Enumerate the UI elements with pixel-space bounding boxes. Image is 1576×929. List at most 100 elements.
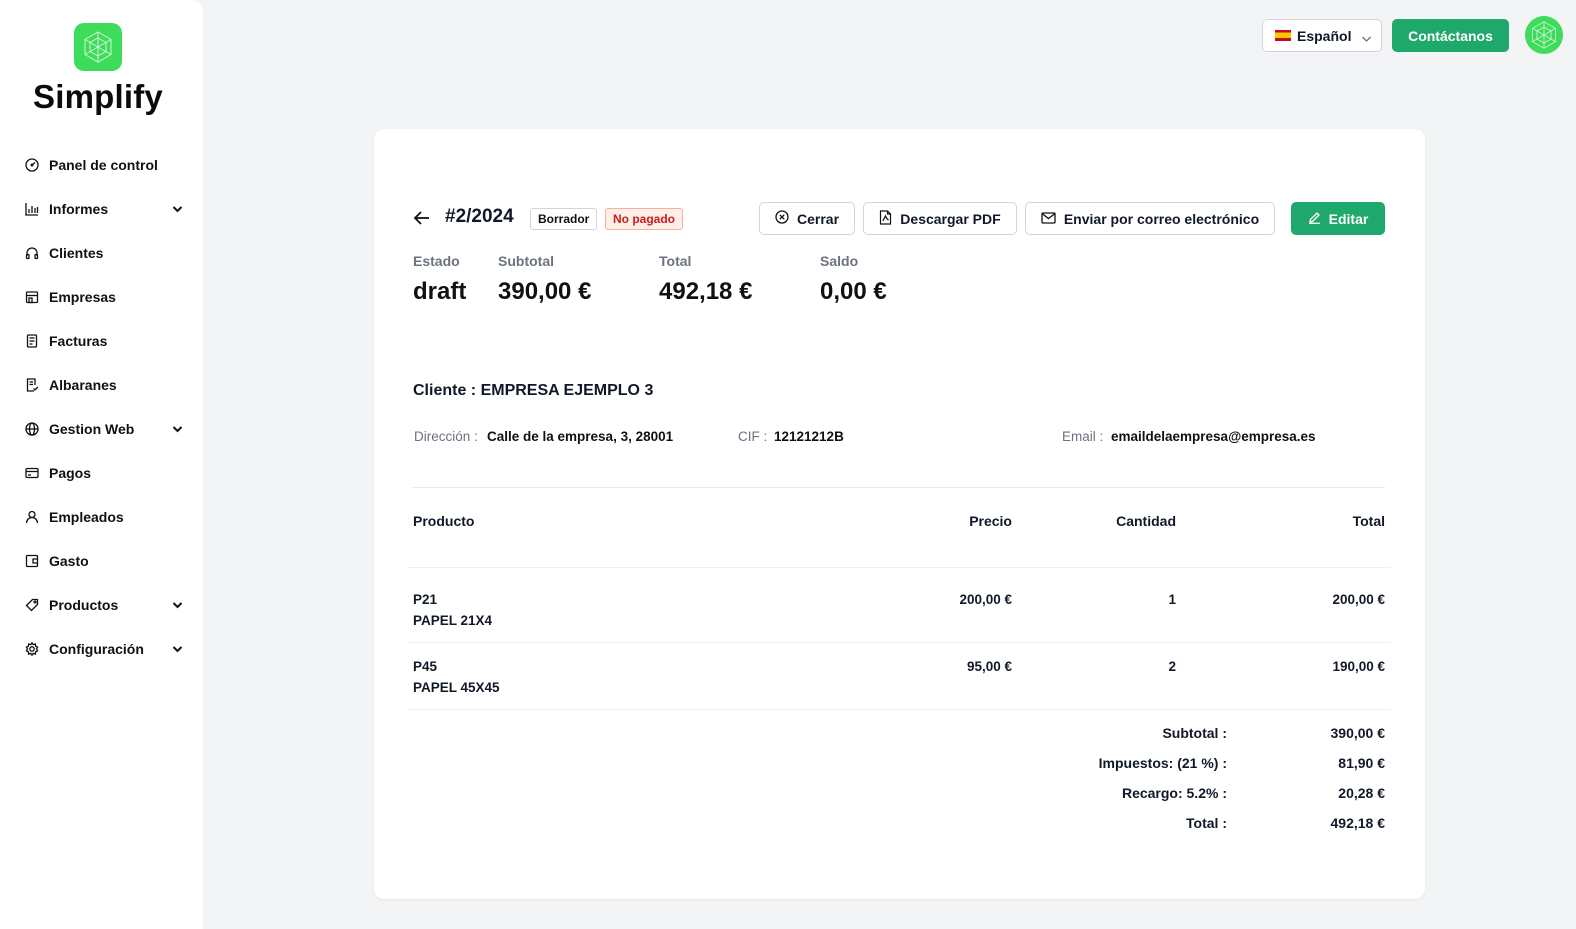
sidebar-item-label: Panel de control bbox=[49, 157, 158, 173]
column-header-quantity: Cantidad bbox=[1116, 513, 1176, 529]
sidebar-item-label: Gestion Web bbox=[49, 421, 135, 437]
store-icon bbox=[24, 289, 40, 305]
sidebar-item-productos[interactable]: Productos bbox=[24, 583, 184, 627]
address-value: Calle de la empresa, 3, 28001 bbox=[487, 429, 674, 444]
address-label: Dirección : bbox=[414, 429, 478, 444]
download-pdf-button[interactable]: Descargar PDF bbox=[863, 202, 1017, 235]
summary-value-subtotal: 390,00 € bbox=[1330, 725, 1386, 741]
summary-value-taxes: 81,90 € bbox=[1338, 755, 1385, 771]
sidebar-item-panel-de-control[interactable]: Panel de control bbox=[24, 143, 184, 187]
stat-label-total: Total bbox=[659, 253, 692, 269]
avatar[interactable] bbox=[1525, 16, 1563, 54]
status-badge-draft: Borrador bbox=[530, 208, 598, 230]
product-name: PAPEL 21X4 bbox=[413, 613, 493, 628]
chevron-down-icon[interactable] bbox=[170, 598, 184, 612]
sidebar-item-label: Productos bbox=[49, 597, 119, 613]
sidebar-item-gestion-web[interactable]: Gestion Web bbox=[24, 407, 184, 451]
wallet-icon bbox=[24, 553, 40, 569]
language-label: Español bbox=[1297, 27, 1352, 44]
sidebar-item-label: Albaranes bbox=[49, 377, 117, 393]
column-header-product: Producto bbox=[413, 513, 475, 529]
chevron-down-icon[interactable] bbox=[170, 202, 184, 216]
stat-label-subtotal: Subtotal bbox=[498, 253, 554, 269]
sidebar-item-label: Empresas bbox=[49, 289, 116, 305]
status-badge-unpaid: No pagado bbox=[605, 208, 683, 230]
summary-label-surcharge: Recargo: 5.2% : bbox=[1121, 785, 1227, 801]
edit-label: Editar bbox=[1328, 210, 1369, 227]
sidebar-item-gasto[interactable]: Gasto bbox=[24, 539, 184, 583]
product-total: 200,00 € bbox=[1332, 592, 1385, 607]
stat-value-estado: draft bbox=[413, 278, 467, 305]
edit-button[interactable]: Editar bbox=[1291, 202, 1385, 235]
sidebar-item-label: Clientes bbox=[49, 245, 104, 261]
pdf-file-icon bbox=[879, 209, 892, 228]
product-total: 190,00 € bbox=[1332, 659, 1385, 674]
brand-name: Simplify bbox=[33, 78, 163, 115]
globe-icon bbox=[24, 421, 40, 437]
download-pdf-label: Descargar PDF bbox=[900, 210, 1001, 227]
chevron-down-icon[interactable] bbox=[170, 642, 184, 656]
headphones-icon bbox=[24, 245, 40, 261]
credit-card-icon bbox=[24, 465, 40, 481]
chevron-down-icon bbox=[1361, 30, 1372, 46]
product-price: 200,00 € bbox=[959, 592, 1012, 607]
column-header-total: Total bbox=[1352, 513, 1385, 529]
summary-value-total: 492,18 € bbox=[1330, 815, 1386, 831]
sidebar-item-empleados[interactable]: Empleados bbox=[24, 495, 184, 539]
sidebar-item-empresas[interactable]: Empresas bbox=[24, 275, 184, 319]
invoice-card: #2/2024 Borrador No pagado Cerrar Descar… bbox=[374, 129, 1425, 899]
language-select[interactable]: Español bbox=[1262, 19, 1382, 52]
product-price: 95,00 € bbox=[966, 659, 1012, 674]
stat-label-estado: Estado bbox=[413, 253, 460, 269]
back-arrow-icon[interactable] bbox=[413, 209, 431, 227]
invoice-number: #2/2024 bbox=[445, 206, 514, 227]
chevron-down-icon[interactable] bbox=[170, 422, 184, 436]
email-value: emaildelaempresa@empresa.es bbox=[1111, 429, 1316, 444]
send-email-label: Enviar por correo electrónico bbox=[1063, 210, 1260, 227]
section-divider bbox=[413, 487, 1385, 488]
sidebar-item-pagos[interactable]: Pagos bbox=[24, 451, 184, 495]
product-code: P21 bbox=[413, 592, 438, 607]
send-email-button[interactable]: Enviar por correo electrónico bbox=[1025, 202, 1275, 235]
product-code: P45 bbox=[413, 659, 438, 674]
tag-icon bbox=[24, 597, 40, 613]
sidebar-nav: Panel de control Informes Clientes Empre… bbox=[24, 143, 184, 671]
sidebar-item-label: Gasto bbox=[49, 553, 89, 569]
sidebar-item-label: Informes bbox=[49, 201, 109, 217]
table-divider bbox=[407, 709, 1391, 710]
sidebar-item-facturas[interactable]: Facturas bbox=[24, 319, 184, 363]
spain-flag-icon bbox=[1275, 30, 1291, 41]
close-circle-icon bbox=[775, 210, 789, 227]
bar-chart-icon bbox=[24, 201, 40, 217]
summary-label-total: Total : bbox=[1186, 815, 1227, 831]
cif-value: 12121212B bbox=[774, 429, 844, 444]
gauge-icon bbox=[24, 157, 40, 173]
product-quantity: 1 bbox=[1168, 592, 1176, 607]
table-divider bbox=[407, 567, 1391, 568]
sidebar-item-configuracion[interactable]: Configuración bbox=[24, 627, 184, 671]
column-header-price: Precio bbox=[969, 513, 1012, 529]
stat-label-saldo: Saldo bbox=[820, 253, 859, 269]
sidebar-item-informes[interactable]: Informes bbox=[24, 187, 184, 231]
sidebar-item-clientes[interactable]: Clientes bbox=[24, 231, 184, 275]
stat-value-total: 492,18 € bbox=[659, 278, 753, 305]
stat-value-saldo: 0,00 € bbox=[820, 278, 887, 305]
close-button-label: Cerrar bbox=[796, 210, 840, 227]
gear-icon bbox=[24, 641, 40, 657]
document-check-icon bbox=[24, 377, 40, 393]
sidebar-item-label: Configuración bbox=[49, 641, 144, 657]
table-divider bbox=[407, 642, 1391, 643]
receipt-icon bbox=[24, 333, 40, 349]
hexagon-network-icon[interactable] bbox=[74, 23, 122, 71]
sidebar-item-label: Facturas bbox=[49, 333, 108, 349]
summary-label-taxes: Impuestos: (21 %) : bbox=[1098, 755, 1227, 771]
sidebar-item-label: Empleados bbox=[49, 509, 124, 525]
close-button[interactable]: Cerrar bbox=[759, 202, 855, 235]
sidebar: Simplify Panel de control Informes Clien… bbox=[0, 0, 203, 929]
sidebar-item-label: Pagos bbox=[49, 465, 92, 481]
summary-label-subtotal: Subtotal : bbox=[1162, 725, 1227, 741]
product-name: PAPEL 45X45 bbox=[413, 680, 500, 695]
sidebar-item-albaranes[interactable]: Albaranes bbox=[24, 363, 184, 407]
contact-button[interactable]: Contáctanos bbox=[1392, 19, 1509, 52]
client-title: Cliente : EMPRESA EJEMPLO 3 bbox=[413, 382, 654, 399]
